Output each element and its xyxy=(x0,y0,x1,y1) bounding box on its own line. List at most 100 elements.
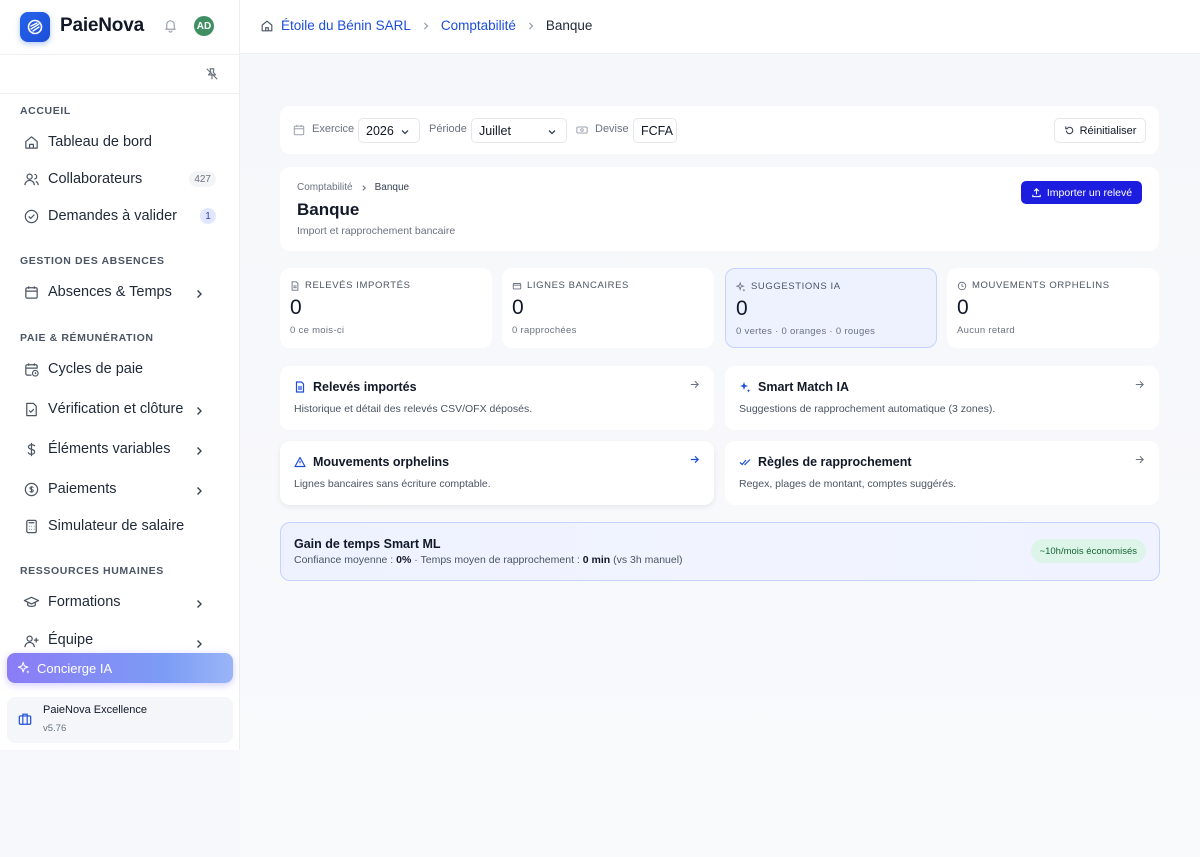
section-label-rh: RESSOURCES HUMAINES xyxy=(20,565,164,577)
sidebar-item-label: Éléments variables xyxy=(48,441,171,457)
breadcrumb: Étoile du Bénin SARL Comptabilité Banque xyxy=(260,18,592,33)
sidebar-item-label: Simulateur de salaire xyxy=(48,518,185,534)
sidebar-item-equipe[interactable]: Équipe xyxy=(14,626,224,650)
check-circle-icon xyxy=(22,207,40,225)
card-description: Historique et détail des relevés CSV/OFX… xyxy=(294,403,533,415)
sidebar-item-paiements[interactable]: Paiements xyxy=(14,473,224,505)
sidebar-item-tableau-de-bord[interactable]: Tableau de bord xyxy=(14,126,224,158)
arrow-right-icon xyxy=(1134,454,1145,465)
sidebar-item-cycles-de-paie[interactable]: Cycles de paie xyxy=(14,353,224,385)
chevron-right-icon xyxy=(190,442,208,460)
section-label-paie: PAIE & RÉMUNÉRATION xyxy=(20,332,154,344)
refresh-icon xyxy=(1064,125,1075,136)
exercice-select[interactable]: 2026 xyxy=(358,118,420,143)
stat-value: 0 xyxy=(290,296,302,319)
periode-select[interactable]: Juillet xyxy=(471,118,567,143)
breadcrumb-company[interactable]: Étoile du Bénin SARL xyxy=(281,18,411,33)
sidebar-item-label: Tableau de bord xyxy=(48,134,152,150)
card-releves-importes[interactable]: Relevés importés Historique et détail de… xyxy=(280,366,714,430)
app-version: v5.76 xyxy=(43,723,67,734)
devise-value: FCFA xyxy=(641,123,673,138)
user-plus-icon xyxy=(22,632,40,650)
card-mouvements-orphelins[interactable]: Mouvements orphelins Lignes bancaires sa… xyxy=(280,441,714,505)
dollar-icon xyxy=(22,440,40,458)
sidebar-item-label: Formations xyxy=(48,594,121,610)
stat-subtext: 0 vertes · 0 oranges · 0 rouges xyxy=(736,326,876,337)
sidebar-item-formations[interactable]: Formations xyxy=(14,586,224,618)
exercice-label: Exercice xyxy=(312,123,355,135)
sidebar-item-label: Vérification et clôture xyxy=(48,401,184,417)
sidebar-item-label: Absences & Temps xyxy=(48,284,172,300)
avatar[interactable]: AD xyxy=(194,16,214,36)
stat-subtext: 0 ce mois-ci xyxy=(290,325,345,336)
periode-value: Juillet xyxy=(479,123,511,138)
time-label: · Temps moyen de rapprochement : xyxy=(414,554,580,566)
calendar-icon xyxy=(22,283,40,301)
exercice-value: 2026 xyxy=(366,123,394,138)
devise-field[interactable]: FCFA xyxy=(633,118,677,143)
arrow-right-icon xyxy=(1134,379,1145,390)
card-title: Smart Match IA xyxy=(758,380,849,394)
stat-label: RELEVÉS IMPORTÉS xyxy=(305,280,411,291)
sidebar-item-collaborateurs[interactable]: Collaborateurs 427 xyxy=(14,163,224,195)
sidebar-item-absences-temps[interactable]: Absences & Temps xyxy=(14,276,224,308)
import-statement-button[interactable]: Importer un relevé xyxy=(1021,181,1142,204)
time-value: 0 min xyxy=(582,554,611,566)
card-title: Relevés importés xyxy=(313,380,417,394)
import-statement-label: Importer un relevé xyxy=(1046,186,1133,199)
arrow-right-icon xyxy=(689,379,700,390)
app-logo-icon[interactable] xyxy=(20,12,50,42)
page-header-card: Comptabilité Banque Banque Import et rap… xyxy=(280,167,1159,251)
calculator-icon xyxy=(22,517,40,535)
coin-icon xyxy=(22,480,40,498)
file-text-icon xyxy=(290,280,300,291)
main-content: Exercice 2026 Période Juillet Devise FCF… xyxy=(240,54,1200,857)
sidebar-item-label: Demandes à valider xyxy=(48,208,177,224)
stat-value: 0 xyxy=(512,296,524,319)
home-icon[interactable] xyxy=(260,19,274,33)
chevron-down-icon xyxy=(547,127,557,137)
clock-icon xyxy=(957,281,967,291)
bell-icon[interactable] xyxy=(163,18,178,33)
unpin-icon[interactable] xyxy=(205,67,219,81)
chevron-right-icon xyxy=(190,402,208,420)
card-description: Lignes bancaires sans écriture comptable… xyxy=(294,478,491,490)
sidebar-item-simulateur[interactable]: Simulateur de salaire xyxy=(14,510,224,542)
card-regles-rapprochement[interactable]: Règles de rapprochement Regex, plages de… xyxy=(725,441,1159,505)
topbar: Étoile du Bénin SARL Comptabilité Banque xyxy=(240,0,1200,54)
app-name: PaieNova xyxy=(60,15,144,36)
confidence-label: Confiance moyenne : xyxy=(294,554,394,566)
stat-label: LIGNES BANCAIRES xyxy=(527,280,629,291)
reset-button[interactable]: Réinitialiser xyxy=(1054,118,1146,143)
page-breadcrumb-parent[interactable]: Comptabilité xyxy=(297,182,353,193)
time-note: (vs 3h manuel) xyxy=(613,554,683,566)
stat-subtext: 0 rapprochées xyxy=(512,325,577,336)
sidebar-item-label: Collaborateurs xyxy=(48,171,143,187)
periode-label: Période xyxy=(429,123,467,135)
page-breadcrumb: Comptabilité Banque xyxy=(297,182,409,193)
plan-title: PaieNova Excellence xyxy=(43,704,147,716)
chevron-right-icon xyxy=(360,184,368,192)
confidence-value: 0% xyxy=(396,554,412,566)
users-icon xyxy=(22,170,40,188)
card-smart-match[interactable]: Smart Match IA Suggestions de rapprochem… xyxy=(725,366,1159,430)
stat-card-releves: RELEVÉS IMPORTÉS 0 0 ce mois-ci xyxy=(280,268,492,348)
devise-label: Devise xyxy=(595,123,629,135)
upload-icon xyxy=(1031,187,1042,198)
sidebar-item-label: Paiements xyxy=(48,481,117,497)
card-description: Suggestions de rapprochement automatique… xyxy=(739,403,996,415)
card-description: Regex, plages de montant, comptes suggér… xyxy=(739,478,957,490)
sidebar: PaieNova AD ACCUEIL Tableau de bord Coll… xyxy=(0,0,240,750)
stat-card-lignes: LIGNES BANCAIRES 0 0 rapprochées xyxy=(502,268,714,348)
chevron-right-icon xyxy=(190,285,208,303)
sidebar-item-elements-variables[interactable]: Éléments variables xyxy=(14,433,224,465)
stat-label: MOUVEMENTS ORPHELINS xyxy=(972,280,1110,291)
file-text-icon xyxy=(294,381,306,393)
concierge-ia-button[interactable]: Concierge IA xyxy=(7,653,233,683)
sidebar-item-demandes-a-valider[interactable]: Demandes à valider 1 xyxy=(14,200,224,232)
home-icon xyxy=(22,133,40,151)
plan-card[interactable]: PaieNova Excellence v5.76 xyxy=(7,697,233,743)
breadcrumb-comptabilite[interactable]: Comptabilité xyxy=(441,18,516,33)
sidebar-item-verification-cloture[interactable]: Vérification et clôture xyxy=(14,393,224,425)
page-subtitle: Import et rapprochement bancaire xyxy=(297,225,456,237)
